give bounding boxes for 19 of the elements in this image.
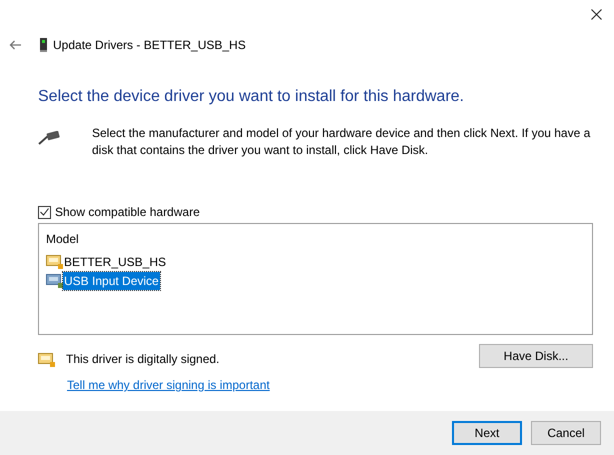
back-arrow-icon[interactable] [9, 40, 22, 50]
window-title: Update Drivers - BETTER_USB_HS [53, 37, 246, 54]
check-icon [40, 208, 49, 216]
show-compatible-checkbox[interactable]: Show compatible hardware [38, 203, 200, 221]
device-icon [40, 38, 47, 52]
description-text: Select the manufacturer and model of your hardware device and then click Next. If you have a disk that contains the driver you want to install, click Have Disk. [92, 125, 592, 159]
have-disk-button[interactable]: Have Disk... [479, 344, 593, 368]
close-icon[interactable] [591, 9, 602, 20]
model-item[interactable]: BETTER_USB_HS [46, 252, 168, 271]
driver-icon [46, 273, 63, 288]
column-header[interactable]: Model [46, 230, 592, 248]
signed-status-text: This driver is digitally signed. [66, 351, 220, 368]
page-heading: Select the device driver you want to install for this hardware. [38, 87, 465, 107]
driver-icon [46, 254, 63, 269]
dialog-button[interactable]: Next [452, 421, 522, 445]
driver-signing-link[interactable]: Tell me why driver signing is important [67, 376, 270, 394]
usb-cable-icon [38, 131, 60, 145]
dialog-button[interactable]: Cancel [531, 421, 601, 445]
driver-icon [38, 352, 55, 366]
